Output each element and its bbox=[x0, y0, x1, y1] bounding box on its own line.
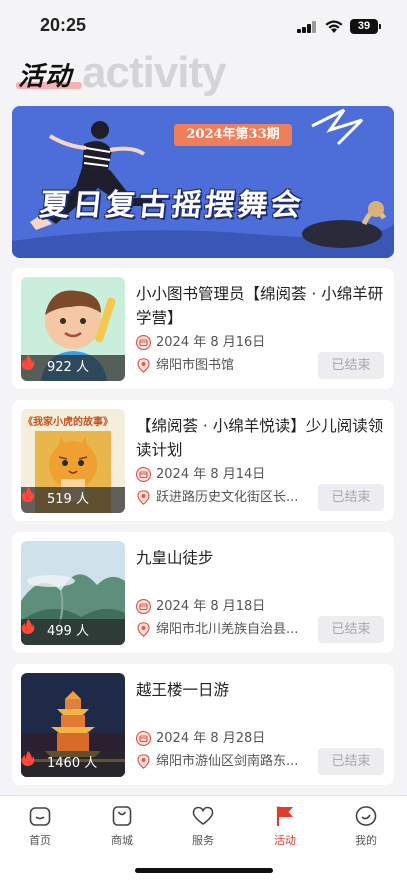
home-icon bbox=[29, 807, 51, 826]
activity-status-button[interactable]: 已结束 bbox=[318, 352, 384, 379]
activity-location-text: 跃进路历史文化街区长... bbox=[156, 490, 299, 505]
activity-title: 【绵阅荟 · 小绵羊悦读】少儿阅读领读计划 bbox=[136, 417, 384, 459]
cellular-signal-icon bbox=[297, 21, 317, 33]
activity-date: 2024 年 8 月14日 bbox=[136, 466, 265, 484]
event-banner[interactable]: 2024年第33期 夏日复古摇摆舞会 bbox=[12, 106, 394, 258]
tab-service[interactable]: 服务 bbox=[173, 804, 233, 850]
activity-location: 绵阳市游仙区剑南路东... bbox=[136, 753, 306, 771]
tab-label: 首页 bbox=[29, 834, 51, 847]
location-pin-icon bbox=[137, 490, 150, 505]
participant-count-text: 519 人 bbox=[47, 492, 89, 507]
tab-label: 我的 bbox=[355, 834, 377, 847]
activity-date-text: 2024 年 8 月28日 bbox=[156, 731, 266, 746]
tab-shop[interactable]: 商城 bbox=[92, 804, 152, 850]
wifi-icon bbox=[325, 20, 343, 33]
participant-count: 922 人 bbox=[21, 355, 125, 381]
activity-location-text: 绵阳市图书馆 bbox=[156, 358, 235, 373]
activity-card[interactable]: 《我家小虎的故事》 519 人 【绵阅荟 · 小绵羊悦读】少儿阅读领读计划 20… bbox=[12, 400, 394, 521]
status-bar: 20:25 39 bbox=[0, 0, 407, 50]
home-indicator bbox=[135, 868, 273, 873]
activity-location-text: 绵阳市北川羌族自治县... bbox=[156, 622, 299, 637]
activity-location-text: 绵阳市游仙区剑南路东... bbox=[156, 754, 299, 769]
activity-date-text: 2024 年 8 月14日 bbox=[156, 467, 266, 482]
location-pin-icon bbox=[137, 622, 150, 637]
page-title: 活动 bbox=[18, 62, 73, 92]
activity-thumbnail: 1460 人 bbox=[21, 673, 125, 777]
calendar-icon bbox=[136, 731, 151, 746]
activity-date: 2024 年 8 月18日 bbox=[136, 598, 265, 616]
activity-title: 越王楼一日游 bbox=[136, 681, 230, 699]
participant-count: 499 人 bbox=[21, 619, 125, 645]
page-subtitle: activity bbox=[82, 48, 227, 97]
activity-status-button[interactable]: 已结束 bbox=[318, 484, 384, 511]
thumbnail-caption: 《我家小虎的故事》 bbox=[23, 417, 113, 428]
activity-status-button[interactable]: 已结束 bbox=[318, 748, 384, 775]
participant-count: 1460 人 bbox=[21, 751, 125, 777]
location-pin-icon bbox=[137, 754, 150, 769]
activity-card[interactable]: 922 人 小小图书管理员【绵阅荟 · 小绵羊研学营】 2024 年 8 月16… bbox=[12, 268, 394, 389]
activity-card[interactable]: 499 人 九皇山徒步 2024 年 8 月18日 绵阳市北川羌族自治县... … bbox=[12, 532, 394, 653]
tab-label: 活动 bbox=[274, 834, 296, 847]
calendar-icon bbox=[136, 335, 151, 350]
activity-location: 跃进路历史文化街区长... bbox=[136, 489, 306, 507]
tab-label: 服务 bbox=[192, 834, 214, 847]
participant-count-text: 1460 人 bbox=[47, 756, 98, 771]
fire-icon bbox=[21, 487, 35, 502]
activity-thumbnail: 922 人 bbox=[21, 277, 125, 381]
activity-thumbnail: 499 人 bbox=[21, 541, 125, 645]
banner-title: 夏日复古摇摆舞会 bbox=[37, 188, 306, 223]
fire-icon bbox=[21, 751, 35, 766]
activity-card[interactable]: 1460 人 越王楼一日游 2024 年 8 月28日 绵阳市游仙区剑南路东..… bbox=[12, 664, 394, 785]
location-pin-icon bbox=[137, 358, 150, 373]
heart-icon bbox=[192, 806, 214, 825]
activity-status-button[interactable]: 已结束 bbox=[318, 616, 384, 643]
activity-title: 九皇山徒步 bbox=[136, 549, 214, 567]
participant-count: 519 人 bbox=[21, 487, 125, 513]
activity-location: 绵阳市图书馆 bbox=[136, 357, 306, 375]
tab-home[interactable]: 首页 bbox=[10, 804, 70, 850]
tab-mine[interactable]: 我的 bbox=[336, 804, 396, 850]
banner-issue-tag: 2024年第33期 bbox=[174, 124, 292, 146]
status-time: 20:25 bbox=[40, 15, 87, 35]
tab-label: 商城 bbox=[111, 834, 133, 847]
battery-icon: 39 bbox=[350, 19, 381, 34]
tab-activity[interactable]: 活动 bbox=[255, 804, 315, 850]
activity-title: 小小图书管理员【绵阅荟 · 小绵羊研学营】 bbox=[136, 285, 384, 327]
fire-icon bbox=[21, 619, 35, 634]
calendar-icon bbox=[136, 599, 151, 614]
activity-date-text: 2024 年 8 月16日 bbox=[156, 335, 266, 350]
activity-date: 2024 年 8 月16日 bbox=[136, 334, 265, 352]
flag-icon bbox=[276, 806, 293, 826]
fire-icon bbox=[21, 355, 35, 370]
activity-date-text: 2024 年 8 月18日 bbox=[156, 599, 266, 614]
shop-bag-icon bbox=[112, 806, 132, 826]
participant-count-text: 499 人 bbox=[47, 624, 89, 639]
activity-date: 2024 年 8 月28日 bbox=[136, 730, 265, 748]
calendar-icon bbox=[136, 467, 151, 482]
activity-thumbnail: 《我家小虎的故事》 519 人 bbox=[21, 409, 125, 513]
page-header: activity 活动 bbox=[0, 48, 407, 98]
activity-location: 绵阳市北川羌族自治县... bbox=[136, 621, 306, 639]
participant-count-text: 922 人 bbox=[47, 360, 89, 375]
smile-icon bbox=[355, 806, 377, 826]
